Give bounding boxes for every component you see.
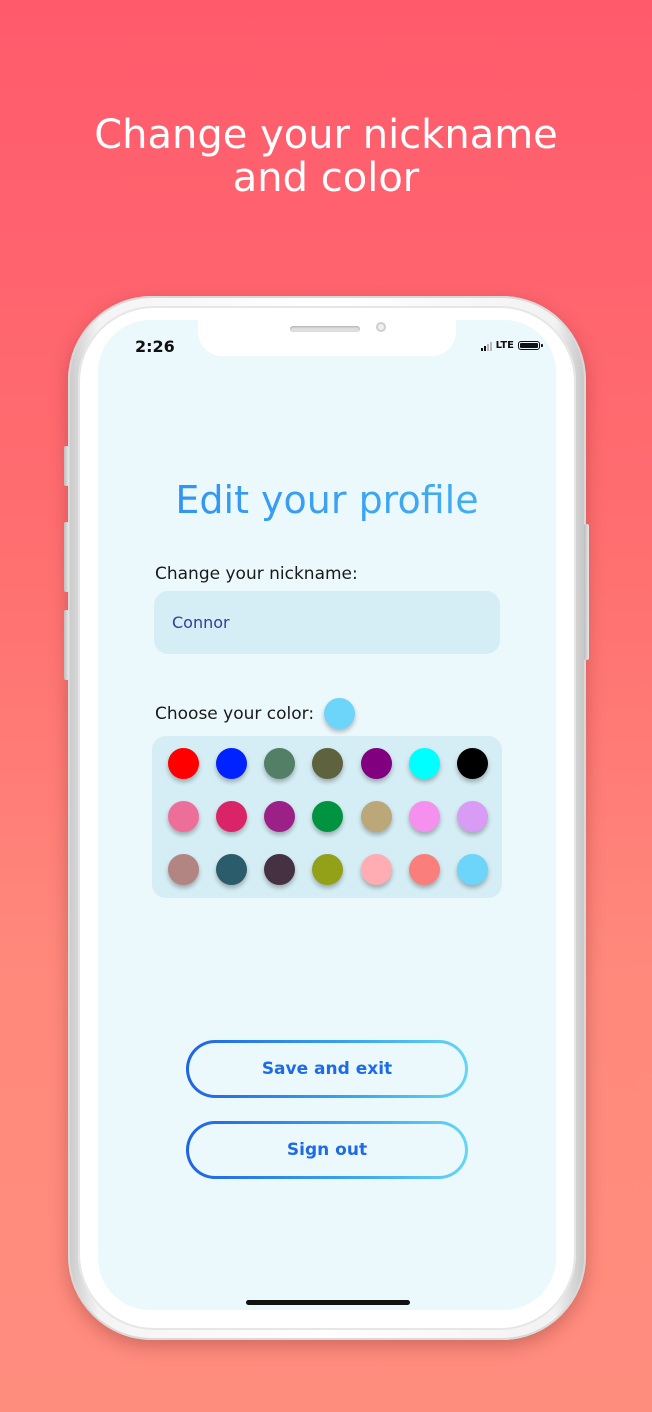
selected-color-swatch bbox=[324, 698, 356, 729]
color-swatch[interactable] bbox=[456, 748, 488, 779]
battery-icon bbox=[518, 341, 543, 350]
speaker-grille bbox=[290, 326, 360, 332]
color-row: Choose your color: bbox=[155, 698, 356, 729]
color-swatch[interactable] bbox=[408, 854, 440, 885]
palette-row bbox=[168, 801, 488, 832]
color-swatch[interactable] bbox=[216, 748, 248, 779]
color-swatch[interactable] bbox=[264, 854, 296, 885]
color-label: Choose your color: bbox=[155, 703, 315, 724]
phone-screen: 2:26 LTE Edit your profile Change your n… bbox=[98, 320, 556, 1310]
color-swatch[interactable] bbox=[312, 854, 344, 885]
color-swatch[interactable] bbox=[168, 801, 199, 832]
color-swatch[interactable] bbox=[360, 748, 392, 779]
status-time: 2:26 bbox=[135, 337, 175, 356]
color-swatch[interactable] bbox=[216, 801, 248, 832]
network-type: LTE bbox=[495, 340, 514, 351]
notch bbox=[198, 320, 456, 356]
signal-icon bbox=[480, 341, 492, 351]
color-swatch[interactable] bbox=[168, 854, 199, 885]
nickname-input[interactable] bbox=[154, 591, 500, 654]
front-camera bbox=[376, 322, 386, 332]
sign-out-label: Sign out bbox=[286, 1140, 368, 1160]
color-swatch[interactable] bbox=[216, 854, 248, 885]
color-swatch[interactable] bbox=[360, 854, 392, 885]
headline-line-1: Change your nickname bbox=[94, 112, 558, 158]
phone-volume-up-button bbox=[64, 522, 69, 592]
palette-row bbox=[168, 748, 488, 779]
save-and-exit-label: Save and exit bbox=[261, 1059, 393, 1079]
status-indicators: LTE bbox=[480, 340, 543, 351]
palette-row bbox=[168, 854, 488, 885]
color-swatch[interactable] bbox=[264, 748, 296, 779]
color-swatch[interactable] bbox=[456, 854, 488, 885]
color-swatch[interactable] bbox=[360, 801, 392, 832]
sign-out-button[interactable]: Sign out bbox=[186, 1121, 468, 1179]
phone-volume-down-button bbox=[64, 610, 69, 680]
color-palette bbox=[152, 736, 502, 898]
nickname-label: Change your nickname: bbox=[155, 564, 358, 584]
color-swatch[interactable] bbox=[456, 801, 488, 832]
color-swatch[interactable] bbox=[312, 748, 344, 779]
phone-silent-switch bbox=[64, 446, 69, 486]
color-swatch[interactable] bbox=[312, 801, 344, 832]
phone-power-button bbox=[584, 524, 589, 660]
color-swatch[interactable] bbox=[408, 748, 440, 779]
headline: Change your nickname and color bbox=[0, 114, 652, 200]
save-and-exit-button[interactable]: Save and exit bbox=[186, 1040, 468, 1098]
color-swatch[interactable] bbox=[408, 801, 440, 832]
color-swatch[interactable] bbox=[264, 801, 296, 832]
headline-line-2: and color bbox=[232, 155, 420, 201]
page-title: Edit your profile bbox=[98, 476, 556, 524]
home-indicator[interactable] bbox=[246, 1300, 410, 1305]
color-swatch[interactable] bbox=[168, 748, 199, 779]
